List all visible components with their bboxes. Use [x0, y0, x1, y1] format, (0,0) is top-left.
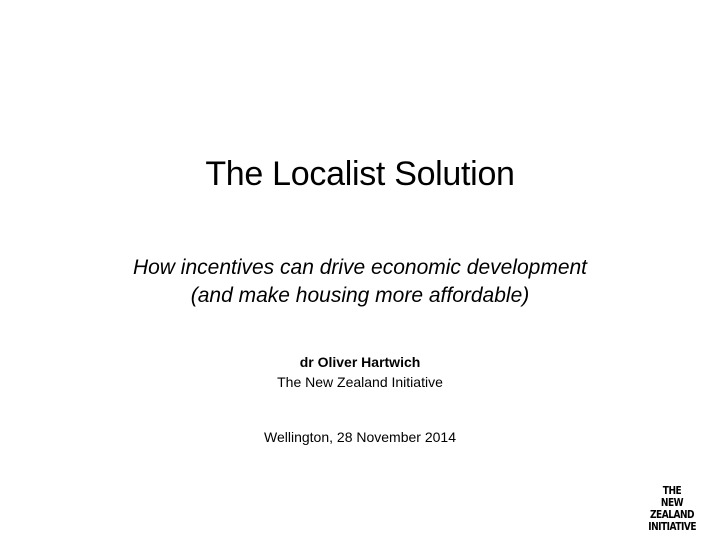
author-name: dr Oliver Hartwich	[299, 354, 421, 370]
organization-logo: THE NEW ZEALAND INITIATIVE	[648, 485, 696, 533]
author-block: dr Oliver Hartwich The New Zealand Initi…	[0, 352, 720, 392]
slide-title: The Localist Solution	[205, 155, 515, 193]
slide: The Localist Solution How incentives can…	[0, 0, 720, 540]
logo-line-3: INITIATIVE	[648, 520, 697, 533]
place-date: Wellington, 28 November 2014	[264, 429, 456, 445]
slide-subtitle: How incentives can drive economic develo…	[60, 254, 660, 310]
subtitle-line-1: How incentives can drive economic develo…	[132, 256, 588, 279]
author-organization: The New Zealand Initiative	[277, 374, 443, 390]
subtitle-line-2: (and make housing more affordable)	[190, 284, 530, 307]
logo-line-2: NEW ZEALAND	[649, 496, 695, 521]
